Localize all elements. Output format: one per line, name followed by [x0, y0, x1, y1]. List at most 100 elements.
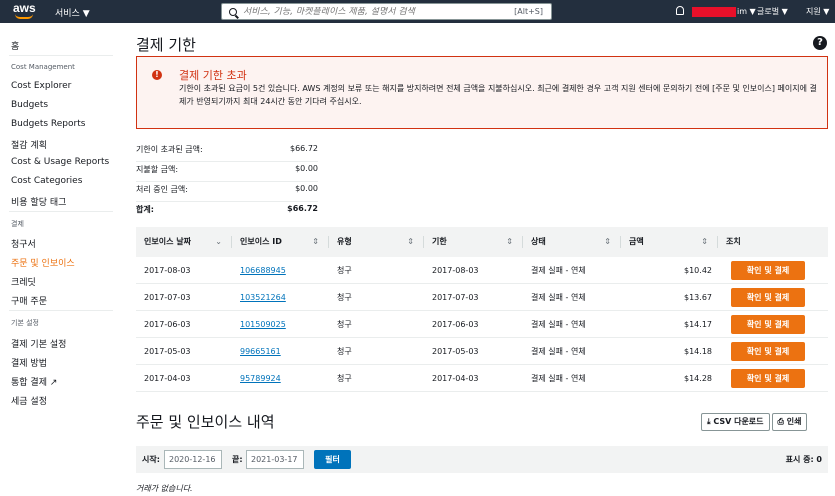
invoice-amount: $13.67 — [684, 292, 712, 302]
summary-label: 처리 중인 금액: — [136, 185, 188, 194]
summary-row: 처리 중인 금액: $0.00 — [136, 182, 318, 202]
history-filter-bar: 시작: 끝: 필터 표시 중: 0 — [136, 446, 828, 473]
history-title: 주문 및 인보이스 내역 — [136, 413, 275, 431]
sidebar-item-budgets[interactable]: Budgets — [11, 100, 48, 110]
sidebar-item-bills[interactable]: 청구서 — [11, 237, 36, 250]
column-header-due-date[interactable]: 기한 ⇕ — [424, 227, 523, 257]
verify-and-pay-button[interactable]: 확인 및 결제 — [731, 287, 805, 307]
search-shortcut: [Alt+S] — [514, 7, 543, 16]
summary-value: $0.00 — [295, 164, 318, 173]
print-button[interactable]: ⎙ 인쇄 — [771, 413, 808, 431]
invoice-type: 청구 — [337, 265, 352, 275]
invoice-due-date: 2017-05-03 — [432, 346, 479, 356]
sidebar-item-orders-invoices[interactable]: 주문 및 인보이스 — [11, 256, 75, 269]
invoice-due-date: 2017-08-03 — [432, 265, 479, 275]
column-header-invoice-id[interactable]: 인보이스 ID ⇕ — [232, 227, 329, 257]
table-header: 인보이스 날짜 ⌄ 인보이스 ID ⇕ 유형 ⇕ 기한 ⇕ 상태 ⇕ 금액 ⇕ 조치 — [136, 227, 828, 257]
csv-download-button[interactable]: ⤓ CSV 다운로드 — [701, 413, 770, 431]
invoice-id-link[interactable]: 95789924 — [232, 374, 329, 383]
column-header-status[interactable]: 상태 ⇕ — [523, 227, 621, 257]
column-header-label: 금액 — [629, 237, 644, 246]
sidebar-item-credits[interactable]: 크레딧 — [11, 275, 36, 288]
invoice-date: 2017-04-03 — [144, 373, 191, 383]
column-header-type[interactable]: 유형 ⇕ — [329, 227, 424, 257]
invoice-type: 청구 — [337, 346, 352, 356]
sidebar-item-consolidated-billing[interactable]: 통합 결제 ↗ — [11, 375, 57, 388]
invoice-due-date: 2017-04-03 — [432, 373, 479, 383]
column-header-label: 인보이스 날짜 — [144, 237, 191, 246]
column-header-label: 기한 — [432, 237, 447, 246]
sort-icon: ⇕ — [407, 237, 414, 246]
account-menu[interactable]: im ▼ — [692, 6, 756, 17]
page-title: 결제 기한 — [136, 36, 196, 54]
invoice-date: 2017-07-03 — [144, 292, 191, 302]
filter-button[interactable]: 필터 — [314, 450, 351, 469]
redacted-account-name — [692, 6, 736, 17]
end-date-input[interactable] — [246, 450, 304, 469]
verify-and-pay-button[interactable]: 확인 및 결제 — [731, 368, 805, 388]
empty-state-text: 거래가 없습니다. — [136, 484, 193, 493]
sidebar-item-payment-methods[interactable]: 결제 방법 — [11, 356, 47, 369]
verify-and-pay-button[interactable]: 확인 및 결제 — [731, 341, 805, 361]
column-header-label: 상태 — [531, 237, 546, 246]
column-header-amount[interactable]: 금액 ⇕ — [621, 227, 718, 257]
sidebar-item-cost-usage-reports[interactable]: Cost & Usage Reports — [11, 157, 109, 167]
invoice-id-link[interactable]: 106688945 — [232, 266, 329, 275]
support-menu[interactable]: 지원 ▼ — [806, 6, 829, 17]
sort-icon: ⇕ — [701, 237, 708, 246]
invoice-due-date: 2017-06-03 — [432, 319, 479, 329]
sidebar-heading-cost: Cost Management — [11, 63, 75, 71]
invoice-status: 결제 실패 - 연체 — [531, 265, 586, 275]
help-icon[interactable]: ? — [813, 36, 827, 50]
history-actions: ⤓ CSV 다운로드 ⎙ 인쇄 — [701, 413, 808, 431]
invoice-type: 청구 — [337, 319, 352, 329]
verify-and-pay-button[interactable]: 확인 및 결제 — [731, 314, 805, 334]
table-row: 2017-04-03 95789924 청구 2017-04-03 결제 실패 … — [136, 365, 828, 392]
services-menu[interactable]: 서비스 ▼ — [55, 6, 90, 19]
end-date-label: 끝: — [232, 455, 243, 464]
invoice-date: 2017-05-03 — [144, 346, 191, 356]
invoice-id-link[interactable]: 99665161 — [232, 347, 329, 356]
summary-total-row: 합계: $66.72 — [136, 202, 318, 222]
sidebar-item-tax-settings[interactable]: 세금 설정 — [11, 394, 47, 407]
sidebar-item-cost-categories[interactable]: Cost Categories — [11, 176, 82, 186]
sidebar-divider — [9, 55, 113, 56]
start-date-input[interactable] — [164, 450, 222, 469]
invoice-date: 2017-06-03 — [144, 319, 191, 329]
summary-value: $66.72 — [287, 204, 318, 213]
sort-icon: ⇕ — [604, 237, 611, 246]
bell-icon[interactable] — [676, 6, 684, 15]
search-input[interactable] — [243, 6, 513, 17]
column-header-invoice-date[interactable]: 인보이스 날짜 ⌄ — [136, 227, 232, 257]
table-row: 2017-06-03 101509025 청구 2017-06-03 결제 실패… — [136, 311, 828, 338]
sidebar-item-budgets-reports[interactable]: Budgets Reports — [11, 119, 85, 129]
invoice-amount: $14.18 — [684, 346, 712, 356]
sidebar-item-cost-allocation-tags[interactable]: 비용 할당 태그 — [11, 195, 66, 208]
column-header-label: 조치 — [726, 237, 741, 246]
aws-logo[interactable]: aws — [13, 2, 37, 21]
error-icon: ! — [152, 70, 162, 80]
region-menu[interactable]: 글로벌 ▼ — [757, 6, 788, 17]
sidebar-heading-preferences: 기본 설정 — [11, 319, 39, 327]
invoice-id-link[interactable]: 101509025 — [232, 320, 329, 329]
invoice-type: 청구 — [337, 373, 352, 383]
search-box[interactable]: [Alt+S] — [221, 3, 552, 20]
table-row: 2017-07-03 103521264 청구 2017-07-03 결제 실패… — [136, 284, 828, 311]
sidebar-item-savings-plans[interactable]: 절감 계획 — [11, 138, 47, 151]
invoice-table: 인보이스 날짜 ⌄ 인보이스 ID ⇕ 유형 ⇕ 기한 ⇕ 상태 ⇕ 금액 ⇕ 조치 201… — [136, 227, 828, 392]
sidebar-divider — [9, 211, 113, 212]
top-navigation: aws 서비스 ▼ [Alt+S] im ▼ 글로벌 ▼ 지원 ▼ — [0, 0, 835, 23]
invoice-id-link[interactable]: 103521264 — [232, 293, 329, 302]
sidebar-item-cost-explorer[interactable]: Cost Explorer — [11, 81, 71, 91]
sidebar: 홈 Cost Management Cost Explorer Budgets … — [0, 23, 120, 496]
sidebar-item-home[interactable]: 홈 — [11, 39, 19, 52]
sidebar-item-billing-preferences[interactable]: 결제 기본 설정 — [11, 337, 66, 350]
sidebar-item-purchase-orders[interactable]: 구매 주문 — [11, 294, 47, 307]
summary-label: 기한이 초과된 금액: — [136, 145, 203, 154]
summary-value: $0.00 — [295, 184, 318, 193]
invoice-date: 2017-08-03 — [144, 265, 191, 275]
result-count: 표시 중: 0 — [785, 455, 822, 464]
table-row: 2017-08-03 106688945 청구 2017-08-03 결제 실패… — [136, 257, 828, 284]
alert-title: 결제 기한 초과 — [179, 69, 247, 82]
verify-and-pay-button[interactable]: 확인 및 결제 — [731, 260, 805, 280]
